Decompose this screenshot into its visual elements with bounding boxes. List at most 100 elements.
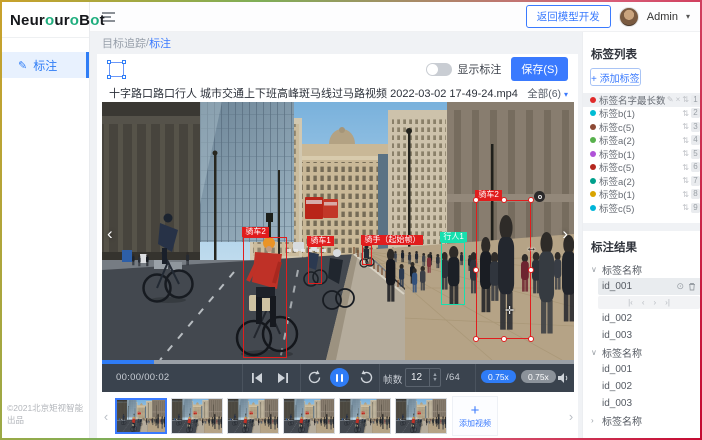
speed-pill-active[interactable]: 0.75x [481,370,516,383]
chevron-down-icon[interactable]: ▾ [686,12,690,21]
result-item[interactable]: id_002 [583,378,702,395]
rect-select-tool-icon[interactable] [109,62,124,77]
sort-icon[interactable]: ⇅ [682,95,689,104]
label-row[interactable]: 标签a(2) ⇅ 7 [583,174,702,188]
resize-handle[interactable] [501,197,507,203]
resize-handle[interactable] [501,336,507,342]
label-row[interactable]: 标签a(2) ⇅ 4 [583,134,702,148]
speed-pill-inactive[interactable]: 0.75x [521,370,556,383]
video-thumbnail[interactable] [227,398,279,434]
avatar[interactable] [619,7,639,27]
label-order-badge: 8 [691,189,700,199]
next-page-icon: › [654,298,657,307]
add-label-button[interactable]: + 添加标签 [590,68,641,86]
toggle-switch[interactable] [426,63,452,76]
label-row[interactable]: 标签b(1) ⇅ 8 [583,188,702,202]
rewind-10-icon[interactable] [307,370,322,385]
annotation-box-rider2[interactable]: 骑车2 [243,237,287,358]
save-button[interactable]: 保存(S) [511,57,568,81]
result-group[interactable]: ∨ 标签名称 [583,344,702,361]
annotation-label: 骑手（起始帧） [361,235,423,245]
sort-icon[interactable]: ⇅ [682,136,689,145]
caret-down-icon: ▾ [564,90,568,99]
sidebar-item-annotate[interactable]: ✎ 标注 [2,52,89,78]
annotation-toolbar: 显示标注 保存(S) [97,54,578,84]
next-frame-arrow[interactable]: › [562,224,568,244]
sort-icon[interactable]: ⇅ [682,203,689,212]
annotation-box-selected[interactable]: 骑车2 [476,200,531,339]
last-page-icon: ›| [665,298,670,307]
video-thumbnail-selected[interactable] [115,398,167,434]
sort-icon[interactable]: ⇅ [682,149,689,158]
skip-end-icon[interactable] [277,373,288,383]
resize-handle[interactable] [473,197,479,203]
box-anchor-button[interactable] [534,191,545,202]
top-bar: 返回模型开发 Admin ▾ [90,2,700,32]
resize-handle[interactable] [528,267,534,273]
label-order-badge: 2 [691,108,700,118]
label-row[interactable]: 标签c(5) ⇅ 3 [583,120,702,134]
skip-start-icon[interactable] [252,373,263,383]
result-item[interactable]: id_003 [583,395,702,412]
forward-10-icon[interactable] [359,370,374,385]
label-order-badge: 1 [691,95,700,105]
label-row[interactable]: 标签名字最长数... ✎ × ⇅ 1 [583,93,702,107]
show-annotation-toggle[interactable]: 显示标注 [426,61,501,77]
resize-handle[interactable] [473,267,479,273]
result-item[interactable]: id_003 [583,327,702,344]
sidebar: NeurouroBot ✎ 标注 ©2021北京矩视智能出品 [2,2,90,438]
sort-icon[interactable]: ⇅ [682,122,689,131]
sort-icon[interactable]: ⇅ [682,190,689,199]
video-thumbnail[interactable] [283,398,335,434]
copyright-text: ©2021北京矩视智能出品 [7,402,89,426]
result-pagination[interactable]: |‹ ‹ › ›| [598,296,700,309]
annotation-box-rider-start[interactable]: 骑手（起始帧） [362,245,372,265]
label-list-title: 标签列表 [583,32,702,68]
resize-handle[interactable] [473,336,479,342]
trash-icon[interactable] [688,282,696,291]
volume-icon[interactable] [557,372,569,384]
username[interactable]: Admin [647,11,678,23]
edit-icon[interactable]: ✎ [667,95,674,104]
filmstrip: ‹ + 添加视频 › [97,392,578,440]
label-row[interactable]: 标签c(5) ⇅ 9 [583,201,702,215]
prev-frame-arrow[interactable]: ‹ [107,224,113,244]
app-window: NeurouroBot ✎ 标注 ©2021北京矩视智能出品 返回模型开发 Ad… [0,0,702,440]
video-thumbnail[interactable] [395,398,447,434]
resize-cursor-icon: ↔ [526,242,537,254]
sort-icon[interactable]: ⇅ [682,163,689,172]
delete-icon[interactable]: × [676,95,681,104]
video-thumbnail[interactable] [339,398,391,434]
result-item-selected[interactable]: id_001 ⊙ [598,278,702,295]
resize-handle[interactable] [528,336,534,342]
annotation-box-rider1[interactable]: 骑车1 [308,246,322,284]
add-video-button[interactable]: + 添加视频 [452,396,498,436]
pause-button[interactable] [330,368,349,387]
back-to-model-dev-button[interactable]: 返回模型开发 [526,5,611,28]
label-row[interactable]: 标签c(5) ⇅ 6 [583,161,702,175]
sort-icon[interactable]: ⇅ [682,176,689,185]
result-item[interactable]: id_001 [583,361,702,378]
app-logo: NeurouroBot [2,2,89,38]
label-order-badge: 9 [691,203,700,213]
locate-icon[interactable]: ⊙ [676,281,684,292]
frame-stepper[interactable]: ▲▼ [429,368,440,387]
label-row[interactable]: 标签b(1) ⇅ 2 [583,107,702,121]
result-group-collapsed[interactable]: › 标签名称 [583,412,702,429]
strip-left-arrow[interactable]: ‹ [101,409,111,424]
breadcrumb: 目标追踪 / 标注 [90,32,582,54]
video-thumbnail[interactable] [171,398,223,434]
result-group[interactable]: ∨ 标签名称 [583,261,702,278]
label-row[interactable]: 标签b(1) ⇅ 5 [583,147,702,161]
annotation-label: 骑车1 [307,236,333,246]
breadcrumb-parent[interactable]: 目标追踪 [102,35,146,51]
strip-right-arrow[interactable]: › [566,409,576,424]
filter-dropdown[interactable]: 全部(6) ▾ [527,86,568,101]
label-color-dot [590,137,596,143]
sort-icon[interactable]: ⇅ [682,109,689,118]
player-controls: 00:00/00:02 帧数 ▲▼ /64 0.75x 0.75x [102,364,574,392]
result-item[interactable]: id_002 [583,310,702,327]
annotation-box-pedestrian1[interactable]: 行人1 [441,242,465,305]
annotation-label: 行人1 [440,232,466,242]
resize-handle[interactable] [528,197,534,203]
